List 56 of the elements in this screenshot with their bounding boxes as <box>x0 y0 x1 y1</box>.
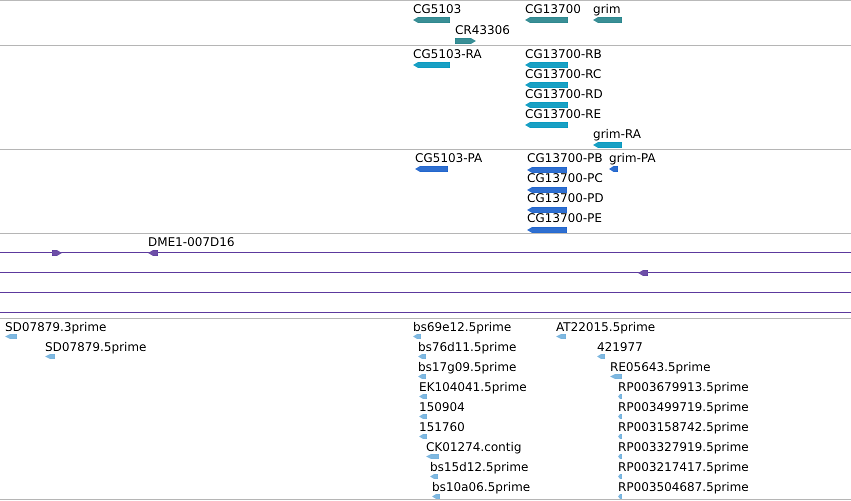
feature-label: 151760 <box>419 420 465 434</box>
feature-label: AT22015.5prime <box>556 320 656 334</box>
left-arrow-feature-icon[interactable] <box>527 227 567 233</box>
feature-label: CG5103-RA <box>413 47 482 61</box>
feature-label: 150904 <box>419 400 465 414</box>
left-arrow-feature-icon[interactable] <box>527 207 567 213</box>
feature-label: DME1-007D16 <box>148 235 235 249</box>
feature-label: CG5103 <box>413 2 462 16</box>
left-arrow-feature-icon[interactable] <box>148 250 158 256</box>
feature-label: grim-RA <box>593 127 641 141</box>
left-arrow-feature-icon[interactable] <box>525 102 568 108</box>
left-arrow-feature-icon[interactable] <box>527 187 567 193</box>
feature-label: CG13700-RE <box>525 107 602 121</box>
feature-label: CG13700-RC <box>525 67 602 81</box>
feature-label: CG13700-PC <box>527 171 603 185</box>
left-arrow-feature-icon[interactable] <box>413 62 450 68</box>
left-arrow-feature-icon[interactable] <box>413 17 450 23</box>
feature-label: bs76d11.5prime <box>418 340 516 354</box>
feature-label: CG13700-RD <box>525 87 603 101</box>
feature-label: bs10a06.5prime <box>432 480 530 494</box>
feature-label: RP003217417.5prime <box>618 460 749 474</box>
feature-label: RP003327919.5prime <box>618 440 749 454</box>
left-arrow-feature-icon[interactable] <box>593 17 622 23</box>
left-arrow-feature-icon[interactable] <box>415 166 448 172</box>
feature-label: CG13700-RB <box>525 47 602 61</box>
left-arrow-feature-icon[interactable] <box>609 166 618 172</box>
feature-label: 421977 <box>597 340 643 354</box>
feature-label: grim-PA <box>609 151 656 165</box>
feature-label: CG13700 <box>525 2 581 16</box>
left-arrow-feature-icon[interactable] <box>638 270 648 276</box>
left-arrow-feature-icon[interactable] <box>593 142 622 148</box>
feature-label: CG5103-PA <box>415 151 482 165</box>
feature-label: RE05643.5prime <box>610 360 710 374</box>
feature-label: SD07879.3prime <box>5 320 106 334</box>
feature-label: bs15d12.5prime <box>430 460 528 474</box>
feature-label: RP003504687.5prime <box>618 480 749 494</box>
left-arrow-feature-icon[interactable] <box>525 122 568 128</box>
feature-label: bs17g09.5prime <box>418 360 516 374</box>
feature-label: SD07879.5prime <box>45 340 146 354</box>
left-arrow-feature-icon[interactable] <box>525 82 568 88</box>
feature-label: EK104041.5prime <box>419 380 527 394</box>
feature-label: RP003158742.5prime <box>618 420 749 434</box>
right-arrow-feature-icon[interactable] <box>52 250 62 256</box>
feature-label: RP003499719.5prime <box>618 400 749 414</box>
feature-label: CG13700-PB <box>527 151 603 165</box>
left-arrow-feature-icon[interactable] <box>525 17 568 23</box>
feature-label: CK01274.contig <box>426 440 522 454</box>
feature-label: bs69e12.5prime <box>413 320 512 334</box>
feature-label: CG13700-PE <box>527 211 602 225</box>
left-arrow-feature-icon[interactable] <box>525 62 568 68</box>
left-arrow-feature-icon[interactable] <box>527 167 567 173</box>
right-arrow-feature-icon[interactable] <box>455 38 476 44</box>
feature-label: grim <box>593 2 621 16</box>
feature-label: RP003679913.5prime <box>618 380 749 394</box>
feature-label: CG13700-PD <box>527 191 604 205</box>
feature-label: CR43306 <box>455 23 510 37</box>
